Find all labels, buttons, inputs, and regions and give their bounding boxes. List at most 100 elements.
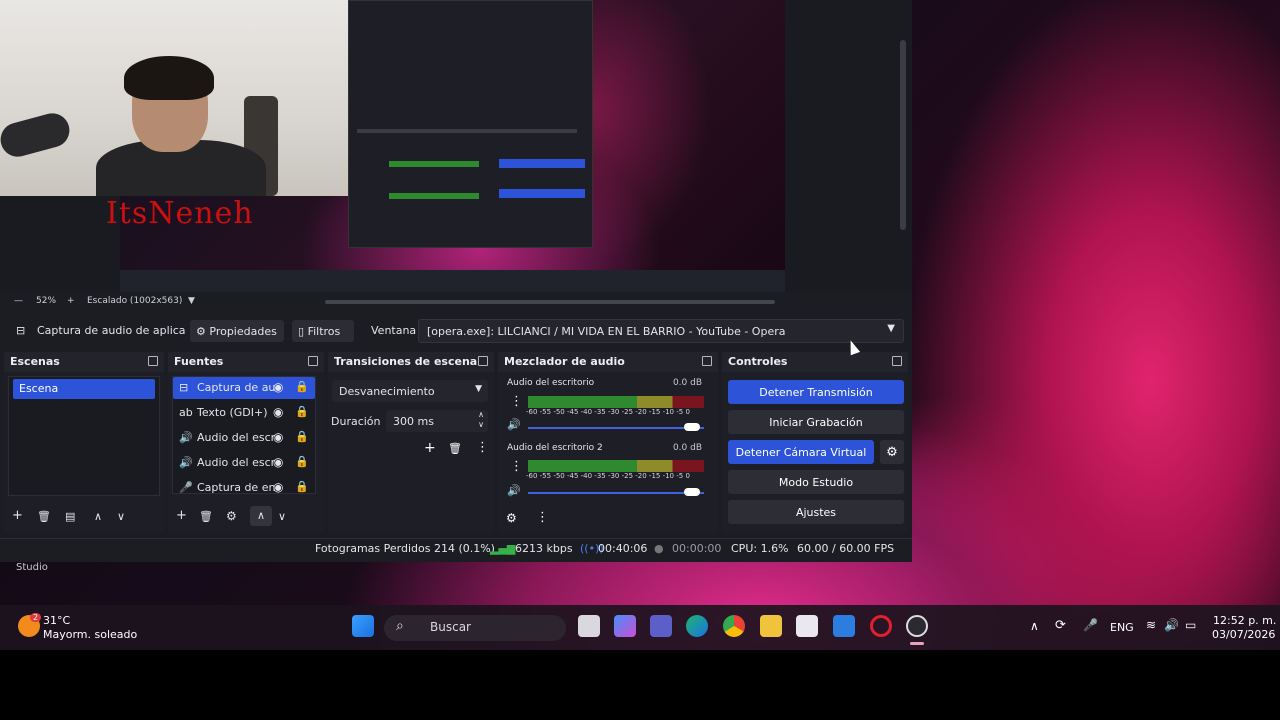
move-up-icon[interactable]: ∧ — [94, 510, 102, 523]
more-options-icon[interactable]: ⋮ — [510, 459, 523, 474]
eye-icon[interactable]: ◉ — [273, 430, 283, 444]
zoom-out-icon[interactable]: — — [14, 296, 23, 306]
volume-slider[interactable] — [528, 492, 704, 494]
stop-virtual-camera-button[interactable]: Detener Cámara Virtual — [728, 440, 874, 464]
speaker-icon[interactable]: 🔊 — [507, 418, 521, 431]
trash-icon[interactable]: 🗑 — [199, 510, 213, 523]
battery-icon[interactable]: ▭ — [1185, 618, 1196, 632]
volume-meter — [528, 396, 704, 408]
virtual-camera-settings-gear-icon[interactable]: ⚙ — [880, 440, 904, 464]
add-icon[interactable]: + — [176, 508, 187, 523]
gear-icon[interactable]: ⚙ — [506, 511, 517, 525]
wifi-icon[interactable]: ≋ — [1146, 618, 1156, 632]
microphone-icon: 🎤 — [179, 481, 193, 494]
speaker-icon: 🔊 — [179, 456, 193, 469]
meter-scale: -60 -55 -50 -45 -40 -35 -30 -25 -20 -15 … — [526, 472, 690, 480]
record-time: 00:00:00 — [672, 542, 722, 555]
source-item[interactable]: 🎤 Captura de en ◉ 🔒 — [173, 477, 315, 499]
store-icon[interactable] — [796, 615, 818, 637]
source-item[interactable]: 🔊 Audio del escr ◉ 🔒 — [173, 452, 315, 474]
filters-button[interactable]: ▯ Filtros — [292, 320, 354, 342]
clock-time[interactable]: 12:52 p. m. — [1213, 614, 1276, 627]
nested-obs-window — [348, 0, 593, 248]
preview-vertical-scrollbar[interactable] — [900, 40, 906, 230]
move-up-icon[interactable]: ∧ — [250, 506, 272, 526]
source-item[interactable]: 🔊 Audio del escr ◉ 🔒 — [173, 427, 315, 449]
volume-slider[interactable] — [528, 427, 704, 429]
eye-icon[interactable]: ◉ — [273, 405, 283, 419]
opera-icon[interactable] — [870, 615, 892, 637]
undock-icon[interactable] — [308, 356, 318, 366]
undock-icon[interactable] — [148, 356, 158, 366]
duration-spinbox[interactable]: 300 ms ∧ ∨ — [386, 410, 488, 432]
preview-area[interactable]: ItsNeneh — [0, 0, 912, 292]
lock-icon[interactable]: 🔒 — [295, 480, 309, 493]
copilot-icon[interactable] — [614, 615, 636, 637]
volume-icon[interactable]: 🔊 — [1164, 618, 1179, 632]
file-explorer-icon[interactable] — [760, 615, 782, 637]
more-options-icon[interactable]: ⋮ — [510, 394, 523, 409]
spin-arrows-icon[interactable]: ∧ ∨ — [478, 410, 484, 430]
window-select[interactable]: [opera.exe]: LILCIANCI / MI VIDA EN EL B… — [418, 319, 904, 343]
trash-icon[interactable]: 🗑 — [37, 510, 51, 523]
settings-button[interactable]: Ajustes — [728, 500, 904, 524]
lock-icon[interactable]: 🔒 — [295, 405, 309, 418]
task-view-icon[interactable] — [578, 615, 600, 637]
undock-icon[interactable] — [478, 356, 488, 366]
add-icon[interactable]: + — [12, 508, 23, 523]
move-down-icon[interactable]: ∨ — [278, 510, 286, 523]
more-options-icon[interactable]: ⋮ — [536, 510, 549, 525]
speaker-icon[interactable]: 🔊 — [507, 484, 521, 497]
filter-icon[interactable]: ▤ — [65, 510, 75, 523]
transition-select[interactable]: Desvanecimiento ▼ — [332, 380, 488, 402]
scene-item[interactable]: Escena — [13, 379, 155, 399]
windows-start-icon[interactable] — [352, 615, 374, 637]
lock-icon[interactable]: 🔒 — [295, 380, 309, 393]
start-recording-button[interactable]: Iniciar Grabación — [728, 410, 904, 434]
gear-icon[interactable]: ⚙ — [226, 509, 237, 523]
trash-icon[interactable]: 🗑 — [448, 442, 462, 455]
source-toolbar: ⊟ Captura de audio de aplica ⚙ Propiedad… — [0, 316, 912, 346]
edge-icon[interactable] — [686, 615, 708, 637]
sync-icon[interactable]: ⟳ — [1055, 618, 1066, 633]
stop-stream-button[interactable]: Detener Transmisión — [728, 380, 904, 404]
active-source-name: Captura de audio de aplica — [37, 324, 186, 337]
watermark-text: ItsNeneh — [106, 196, 254, 231]
taskbar: 2 31°C Mayorm. soleado ⌕ Buscar ∧ ⟳ 🎤 EN… — [0, 605, 1280, 650]
source-label: Texto (GDI+) — [197, 406, 268, 419]
move-down-icon[interactable]: ∨ — [117, 510, 125, 523]
preview-horizontal-scrollbar[interactable] — [325, 300, 775, 304]
more-options-icon[interactable]: ⋮ — [476, 440, 489, 455]
channel-level: 0.0 dB — [672, 378, 702, 388]
source-label: Audio del escr — [197, 456, 276, 469]
obs-icon[interactable] — [906, 615, 928, 637]
volume-slider-handle[interactable] — [684, 423, 700, 431]
taskbar-search[interactable]: ⌕ Buscar — [384, 615, 566, 641]
source-item[interactable]: ⊟ Captura de au ◉ 🔒 — [173, 377, 315, 399]
chevron-up-icon[interactable]: ∧ — [1030, 619, 1039, 633]
properties-button[interactable]: ⚙ Propiedades — [190, 320, 284, 342]
studio-label: Studio — [16, 562, 48, 573]
undock-icon[interactable] — [702, 356, 712, 366]
scale-dropdown-icon[interactable]: ▼ — [188, 296, 195, 306]
zoom-in-icon[interactable]: + — [67, 296, 75, 306]
lock-icon[interactable]: 🔒 — [295, 455, 309, 468]
controls-header: Controles — [722, 352, 908, 372]
language-indicator[interactable]: ENG — [1110, 621, 1134, 634]
chrome-icon[interactable] — [723, 615, 745, 637]
volume-slider-handle[interactable] — [684, 488, 700, 496]
eye-icon[interactable]: ◉ — [273, 455, 283, 469]
add-icon[interactable]: + — [424, 440, 436, 456]
eye-icon[interactable]: ◉ — [273, 480, 283, 494]
eye-icon[interactable]: ◉ — [273, 380, 283, 394]
source-item[interactable]: ab Texto (GDI+) ◉ 🔒 — [173, 402, 315, 424]
clock-date[interactable]: 03/07/2026 — [1212, 628, 1275, 641]
teams-icon[interactable] — [650, 615, 672, 637]
status-bar: Fotogramas Perdidos 214 (0.1%) ▂▄▆ 6213 … — [0, 538, 912, 558]
lock-icon[interactable]: 🔒 — [295, 430, 309, 443]
undock-icon[interactable] — [892, 356, 902, 366]
chevron-down-icon: ▼ — [887, 323, 895, 334]
microphone-icon[interactable]: 🎤 — [1083, 618, 1098, 632]
outlook-icon[interactable] — [833, 615, 855, 637]
studio-mode-button[interactable]: Modo Estudio — [728, 470, 904, 494]
